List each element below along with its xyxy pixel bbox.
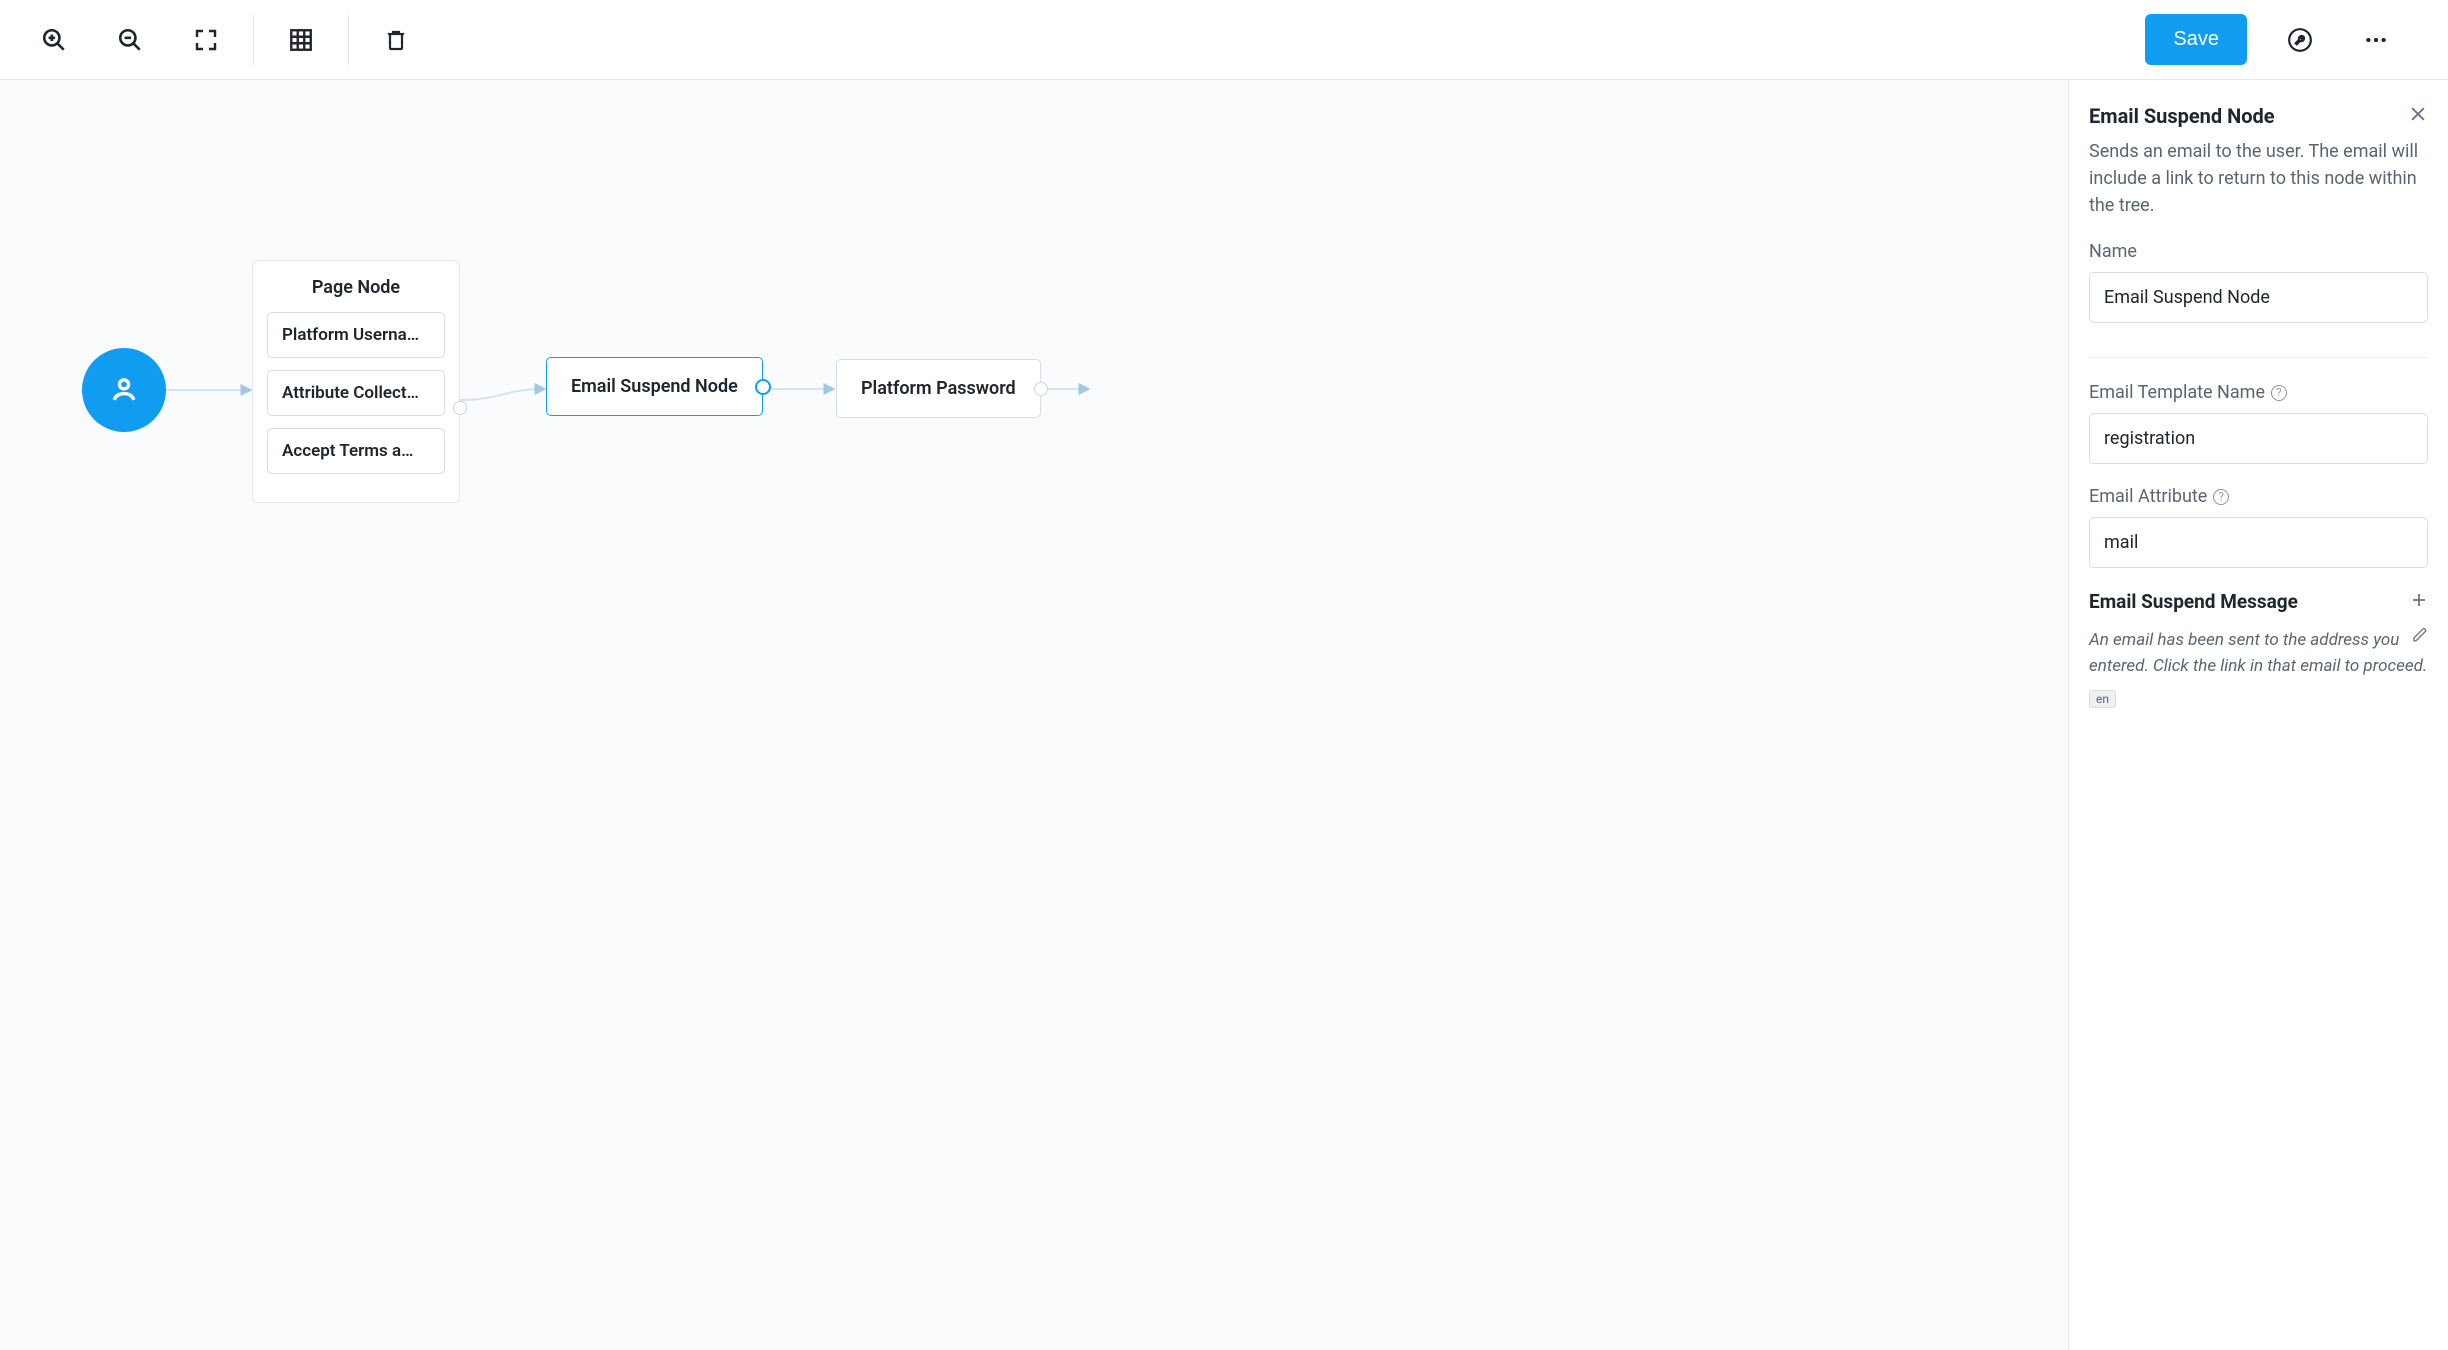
zoom-in-button[interactable] [25, 11, 83, 69]
grid-icon [288, 27, 314, 53]
output-port[interactable] [755, 379, 771, 395]
attribute-input[interactable] [2089, 517, 2428, 568]
node-label: Email Suspend Node [571, 376, 738, 397]
divider [2089, 357, 2428, 358]
edit-message-button[interactable] [2412, 627, 2428, 647]
main: Page Node Platform Userna… Attribute Col… [0, 80, 2448, 1350]
page-node[interactable]: Page Node Platform Userna… Attribute Col… [252, 260, 460, 503]
name-label: Name [2089, 241, 2428, 262]
message-section-header: Email Suspend Message [2089, 590, 2428, 613]
page-node-item[interactable]: Attribute Collect… [267, 370, 445, 416]
properties-panel: Email Suspend Node Sends an email to the… [2068, 80, 2448, 1350]
template-input[interactable] [2089, 413, 2428, 464]
person-icon [107, 373, 141, 407]
save-button[interactable]: Save [2145, 14, 2247, 65]
message-section-title: Email Suspend Message [2089, 590, 2298, 613]
add-message-button[interactable] [2410, 591, 2428, 613]
close-button[interactable] [2408, 104, 2428, 128]
grid-button[interactable] [272, 11, 330, 69]
zoom-in-icon [41, 27, 67, 53]
help-icon[interactable]: ? [2271, 385, 2287, 401]
wrench-circle-icon [2287, 27, 2313, 53]
close-icon [2408, 104, 2428, 124]
zoom-out-button[interactable] [101, 11, 159, 69]
delete-button[interactable] [367, 11, 425, 69]
page-node-item[interactable]: Platform Userna… [267, 312, 445, 358]
trash-icon [384, 28, 408, 52]
panel-description: Sends an email to the user. The email wi… [2089, 138, 2428, 219]
panel-title: Email Suspend Node [2089, 104, 2275, 128]
panel-header: Email Suspend Node [2089, 104, 2428, 128]
fullscreen-button[interactable] [177, 11, 235, 69]
output-port[interactable] [1034, 382, 1048, 396]
zoom-out-icon [117, 27, 143, 53]
more-button[interactable] [2347, 11, 2405, 69]
message-row: An email has been sent to the address yo… [2089, 627, 2428, 680]
message-text: An email has been sent to the address yo… [2089, 630, 2427, 676]
node-label: Platform Password [861, 378, 1016, 399]
language-tag: en [2089, 690, 2116, 708]
toolbar: Save [0, 0, 2448, 80]
settings-button[interactable] [2271, 11, 2329, 69]
plus-icon [2410, 591, 2428, 609]
name-input[interactable] [2089, 272, 2428, 323]
page-node-item[interactable]: Accept Terms a… [267, 428, 445, 474]
output-port[interactable] [453, 401, 467, 415]
email-suspend-node[interactable]: Email Suspend Node [546, 357, 763, 416]
fullscreen-icon [194, 28, 218, 52]
platform-password-node[interactable]: Platform Password [836, 359, 1041, 418]
start-node[interactable] [82, 348, 166, 432]
page-node-title: Page Node [267, 277, 445, 298]
help-icon[interactable]: ? [2213, 489, 2229, 505]
attribute-label: Email Attribute ? [2089, 486, 2428, 507]
canvas[interactable]: Page Node Platform Userna… Attribute Col… [0, 80, 2068, 1350]
toolbar-divider [348, 15, 349, 65]
toolbar-divider [253, 15, 254, 65]
more-horizontal-icon [2363, 27, 2389, 53]
template-label: Email Template Name ? [2089, 382, 2428, 403]
pencil-icon [2412, 627, 2428, 643]
